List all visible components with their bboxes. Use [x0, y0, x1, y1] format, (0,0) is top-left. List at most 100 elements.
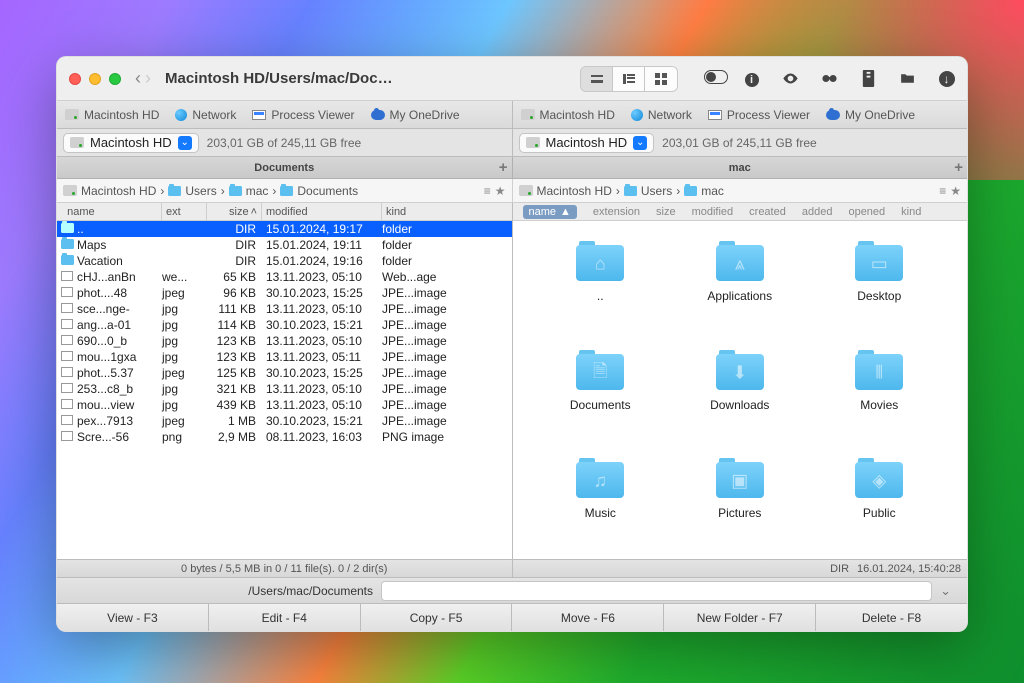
- drive-dropdown-icon[interactable]: ⌄: [178, 136, 192, 150]
- favorite-tab[interactable]: Network: [175, 108, 236, 122]
- new-tab-right-button[interactable]: +: [954, 159, 963, 176]
- favorite-tab[interactable]: Process Viewer: [708, 108, 810, 122]
- drive-icon: [521, 109, 535, 120]
- table-row[interactable]: phot...5.37jpeg125 KB30.10.2023, 15:25JP…: [57, 365, 512, 381]
- icon-col-kind[interactable]: kind: [901, 206, 921, 218]
- breadcrumb-item[interactable]: Documents: [280, 184, 358, 198]
- zoom-button[interactable]: [109, 73, 121, 85]
- col-name[interactable]: name: [57, 203, 162, 220]
- file-modified: 13.11.2023, 05:11: [262, 350, 382, 364]
- forward-button[interactable]: ›: [145, 68, 151, 89]
- favorite-tab[interactable]: Macintosh HD: [65, 108, 159, 122]
- minimize-button[interactable]: [89, 73, 101, 85]
- table-row[interactable]: VacationDIR15.01.2024, 19:16folder: [57, 253, 512, 269]
- globe-icon: [175, 109, 187, 121]
- breadcrumb-item[interactable]: mac: [684, 184, 724, 198]
- table-row[interactable]: 253...c8_bjpg321 KB13.11.2023, 05:10JPE.…: [57, 381, 512, 397]
- icon-col-name[interactable]: name ▲: [523, 205, 577, 219]
- close-button[interactable]: [69, 73, 81, 85]
- icon-col-opened[interactable]: opened: [848, 206, 885, 218]
- info-icon[interactable]: i: [743, 70, 760, 87]
- table-row[interactable]: ..DIR15.01.2024, 19:17folder: [57, 221, 512, 237]
- quicklook-icon[interactable]: [782, 70, 799, 87]
- fkey-button[interactable]: Copy - F5: [361, 604, 513, 631]
- img-icon: [61, 303, 73, 313]
- col-kind[interactable]: kind: [382, 203, 512, 220]
- list-toggle-icon[interactable]: ≡: [484, 184, 491, 198]
- col-ext[interactable]: ext: [162, 203, 207, 220]
- table-row[interactable]: ang...a-01jpg114 KB30.10.2023, 15:21JPE.…: [57, 317, 512, 333]
- breadcrumb-item[interactable]: Macintosh HD: [81, 184, 156, 198]
- breadcrumb-item[interactable]: mac: [229, 184, 269, 198]
- path-dropdown-icon[interactable]: ⌄: [940, 583, 951, 599]
- table-row[interactable]: pex...7913jpeg1 MB30.10.2023, 15:21JPE..…: [57, 413, 512, 429]
- table-row[interactable]: phot....48jpeg96 KB30.10.2023, 15:25JPE.…: [57, 285, 512, 301]
- table-row[interactable]: Scre...-56png2,9 MB08.11.2023, 16:03PNG …: [57, 429, 512, 445]
- star-icon[interactable]: ★: [950, 184, 961, 198]
- icon-col-added[interactable]: added: [802, 206, 833, 218]
- icon-grid[interactable]: ⌂..⩓Applications▭Desktop 🗎Documents⬇Downl…: [513, 221, 968, 559]
- download-icon[interactable]: ↓: [938, 70, 955, 87]
- favorite-tab[interactable]: Process Viewer: [252, 108, 354, 122]
- breadcrumb-item[interactable]: Users: [624, 184, 672, 198]
- folder-tile[interactable]: ⩓Applications: [676, 239, 804, 324]
- new-tab-left-button[interactable]: +: [499, 159, 508, 176]
- folder-tile[interactable]: ⦀Movies: [816, 348, 944, 433]
- favorite-tab[interactable]: Macintosh HD: [521, 108, 615, 122]
- drive-selector-right[interactable]: Macintosh HD ⌄: [519, 133, 655, 153]
- fkey-button[interactable]: Edit - F4: [209, 604, 361, 631]
- icon-col-extension[interactable]: extension: [593, 206, 640, 218]
- folder-label: Pictures: [718, 506, 761, 520]
- fkey-button[interactable]: View - F3: [57, 604, 209, 631]
- folder-tile[interactable]: ♫Music: [537, 456, 665, 541]
- table-row[interactable]: mou...1gxajpg123 KB13.11.2023, 05:11JPE.…: [57, 349, 512, 365]
- columns-view-button[interactable]: [613, 67, 645, 91]
- folder-tile[interactable]: ▭Desktop: [816, 239, 944, 324]
- archive-icon[interactable]: [860, 70, 877, 87]
- table-row[interactable]: sce...nge-jpg111 KB13.11.2023, 05:10JPE.…: [57, 301, 512, 317]
- drive-selector-left[interactable]: Macintosh HD ⌄: [63, 133, 199, 153]
- file-kind: JPE...image: [382, 382, 512, 396]
- icon-col-created[interactable]: created: [749, 206, 786, 218]
- icon-col-size[interactable]: size: [656, 206, 676, 218]
- list-header: name ext size˄ modified kind: [57, 203, 512, 221]
- favorite-tab[interactable]: My OneDrive: [371, 108, 460, 122]
- drive-dropdown-icon[interactable]: ⌄: [633, 136, 647, 150]
- drive-row: Macintosh HD ⌄ 203,01 GB of 245,11 GB fr…: [57, 129, 967, 157]
- path-input[interactable]: [381, 581, 932, 601]
- binoculars-icon[interactable]: [821, 70, 838, 87]
- icon-col-modified[interactable]: modified: [692, 206, 734, 218]
- breadcrumb-item[interactable]: Users: [168, 184, 216, 198]
- list-view-button[interactable]: [581, 67, 613, 91]
- icons-view-button[interactable]: [645, 67, 677, 91]
- breadcrumb-item[interactable]: Macintosh HD: [537, 184, 612, 198]
- favorite-tab[interactable]: My OneDrive: [826, 108, 915, 122]
- breadcrumb-right[interactable]: Macintosh HD›Users›mac≡★: [513, 179, 968, 202]
- toggle-icon[interactable]: [704, 70, 721, 87]
- folder-icon[interactable]: [899, 70, 916, 87]
- list-toggle-icon[interactable]: ≡: [939, 184, 946, 198]
- folder-tile[interactable]: ▣Pictures: [676, 456, 804, 541]
- img-icon: [61, 399, 73, 409]
- table-row[interactable]: 690...0_bjpg123 KB13.11.2023, 05:10JPE..…: [57, 333, 512, 349]
- table-row[interactable]: mou...viewjpg439 KB13.11.2023, 05:10JPE.…: [57, 397, 512, 413]
- file-list[interactable]: ..DIR15.01.2024, 19:17folderMapsDIR15.01…: [57, 221, 512, 559]
- folder-tile[interactable]: 🗎Documents: [537, 348, 665, 433]
- breadcrumb-left[interactable]: Macintosh HD›Users›mac›Documents≡★: [57, 179, 513, 202]
- table-row[interactable]: cHJ...anBnwe...65 KB13.11.2023, 05:10Web…: [57, 269, 512, 285]
- folder-tile[interactable]: ⬇Downloads: [676, 348, 804, 433]
- fkey-button[interactable]: Delete - F8: [816, 604, 967, 631]
- favorite-tab[interactable]: Network: [631, 108, 692, 122]
- folder-tile[interactable]: ◈Public: [816, 456, 944, 541]
- file-size: 111 KB: [207, 302, 262, 316]
- star-icon[interactable]: ★: [495, 184, 506, 198]
- folder-tile[interactable]: ⌂..: [537, 239, 665, 324]
- col-size[interactable]: size˄: [207, 203, 262, 220]
- fkey-button[interactable]: Move - F6: [512, 604, 664, 631]
- back-button[interactable]: ‹: [135, 68, 141, 89]
- col-modified[interactable]: modified: [262, 203, 382, 220]
- table-row[interactable]: MapsDIR15.01.2024, 19:11folder: [57, 237, 512, 253]
- fkey-button[interactable]: New Folder - F7: [664, 604, 816, 631]
- file-ext: jpg: [162, 334, 207, 348]
- file-name: mou...view: [77, 398, 162, 412]
